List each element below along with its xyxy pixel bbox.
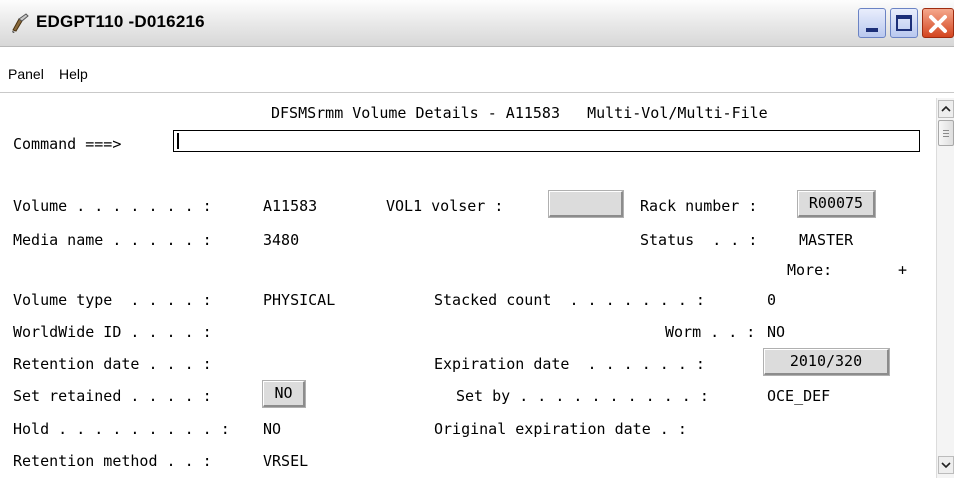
hold-value: NO	[263, 420, 282, 438]
vol1-volser-label: VOL1 volser :	[386, 197, 504, 215]
text-caret	[177, 133, 179, 149]
menu-bar: Panel Help	[0, 58, 954, 86]
media-name-label: Media name . . . . . :	[13, 231, 212, 249]
retention-date-label: Retention date . . . :	[13, 355, 212, 373]
scroll-thumb[interactable]	[938, 120, 954, 146]
set-by-label: Set by . . . . . . . . . . :	[456, 387, 709, 405]
status-label: Status . . :	[640, 231, 758, 249]
menu-divider	[0, 92, 954, 93]
vertical-scrollbar[interactable]	[936, 98, 954, 478]
worldwide-id-label: WorldWide ID . . . . :	[13, 323, 212, 341]
volume-type-value: PHYSICAL	[263, 291, 336, 309]
more-label: More:	[787, 261, 833, 279]
command-input[interactable]	[173, 130, 920, 152]
rack-number-field[interactable]: R00075	[798, 191, 875, 217]
minimize-button[interactable]	[858, 8, 886, 38]
status-value: MASTER	[799, 231, 854, 249]
grip-icon	[943, 136, 949, 137]
media-name-value: 3480	[263, 231, 300, 249]
menu-help[interactable]: Help	[59, 66, 88, 82]
menu-panel[interactable]: Panel	[8, 66, 44, 82]
maximize-icon	[896, 15, 912, 31]
app-icon	[12, 13, 29, 33]
title-bar[interactable]: EDGPT110 -D016216	[0, 0, 954, 47]
set-retained-label: Set retained . . . . :	[13, 387, 212, 405]
volume-type-label: Volume type . . . . :	[13, 291, 212, 309]
worm-value: NO	[767, 323, 786, 341]
retention-method-label: Retention method . . :	[13, 452, 212, 470]
up-arrow-icon	[941, 105, 951, 112]
expiration-date-label: Expiration date . . . . . . :	[434, 355, 705, 373]
window-title: EDGPT110 -D016216	[36, 12, 205, 31]
more-indicator: +	[898, 261, 908, 279]
scroll-down-button[interactable]	[938, 456, 954, 474]
grip-icon	[943, 130, 949, 131]
scroll-up-button[interactable]	[938, 100, 954, 118]
stacked-count-label: Stacked count . . . . . . . :	[434, 291, 705, 309]
grip-icon	[943, 133, 949, 134]
set-by-value: OCE_DEF	[767, 387, 831, 405]
close-icon	[929, 15, 947, 33]
vol1-volser-field[interactable]	[549, 191, 623, 217]
panel-header: DFSMSrmm Volume Details - A11583 Multi-V…	[271, 104, 768, 122]
volume-value: A11583	[263, 197, 318, 215]
stacked-count-value: 0	[767, 291, 777, 309]
close-button[interactable]	[922, 8, 954, 38]
expiration-date-field[interactable]: 2010/320	[764, 349, 889, 375]
worm-label: Worm . . :	[665, 323, 756, 341]
down-arrow-icon	[941, 462, 951, 469]
rack-number-label: Rack number :	[640, 197, 758, 215]
command-label: Command ===>	[13, 135, 122, 153]
maximize-button[interactable]	[890, 8, 918, 38]
retention-method-value: VRSEL	[263, 452, 309, 470]
minimize-icon	[866, 28, 878, 32]
volume-label: Volume . . . . . . . :	[13, 197, 212, 215]
original-expiration-label: Original expiration date . :	[434, 420, 687, 438]
set-retained-field[interactable]: NO	[263, 381, 305, 407]
hold-label: Hold . . . . . . . . . :	[13, 420, 230, 438]
